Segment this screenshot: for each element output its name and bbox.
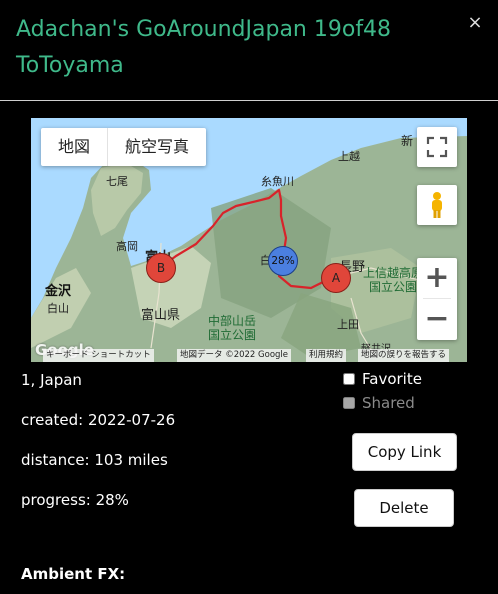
shared-label: Shared bbox=[362, 394, 415, 412]
route-end-marker[interactable]: B bbox=[146, 253, 176, 283]
zoom-in-button[interactable]: + bbox=[417, 258, 457, 298]
shared-checkbox bbox=[343, 397, 355, 409]
zoom-control: + − bbox=[417, 258, 457, 340]
map-type-control: 地図 航空写真 bbox=[41, 128, 207, 166]
label-itoigawa: 糸魚川 bbox=[261, 175, 294, 188]
label-ueda: 上田 bbox=[337, 318, 359, 331]
favorite-checkbox[interactable] bbox=[343, 373, 355, 385]
map-type-roadmap[interactable]: 地図 bbox=[41, 128, 107, 166]
route-map[interactable]: 新 上越 糸魚川 七尾 高岡 富山 金沢 白山 富山県 中部山岳 国立公園 白 … bbox=[31, 118, 467, 362]
modal-title: Adachan's GoAroundJapan 19of48 ToToyama bbox=[16, 17, 392, 78]
label-takaoka: 高岡 bbox=[116, 240, 138, 253]
shared-option: Shared bbox=[343, 393, 463, 413]
fullscreen-button[interactable] bbox=[417, 127, 457, 167]
label-joshinetsu-park2: 国立公園 bbox=[369, 280, 418, 294]
trip-modal: Adachan's GoAroundJapan 19of48 ToToyama … bbox=[0, 0, 498, 594]
trip-created: created: 2022-07-26 bbox=[21, 411, 176, 429]
copy-link-button[interactable]: Copy Link bbox=[352, 433, 457, 471]
label-hakusan: 白山 bbox=[47, 302, 69, 315]
street-view-button[interactable] bbox=[417, 185, 457, 225]
trip-location: 1, Japan bbox=[21, 371, 82, 389]
trip-progress: progress: 28% bbox=[21, 491, 129, 509]
label-shinetsu: 新 bbox=[401, 134, 414, 148]
label-park-line2: 国立公園 bbox=[208, 328, 257, 342]
progress-marker[interactable]: 28% bbox=[268, 246, 298, 276]
map-attribution: キーボード ショートカット 地図データ ©2022 Google 利用規約 地図… bbox=[31, 349, 467, 362]
favorite-label: Favorite bbox=[362, 370, 422, 388]
map-data-text: 地図データ ©2022 Google bbox=[177, 349, 292, 362]
delete-button[interactable]: Delete bbox=[354, 489, 454, 527]
report-error-link[interactable]: 地図の誤りを報告する bbox=[358, 349, 450, 362]
favorite-option[interactable]: Favorite bbox=[343, 369, 463, 389]
label-joetsu: 上越 bbox=[338, 150, 360, 163]
label-nanao: 七尾 bbox=[106, 175, 128, 188]
label-kanazawa: 金沢 bbox=[45, 284, 72, 299]
label-toyama-pref: 富山県 bbox=[141, 308, 181, 323]
keyboard-shortcuts-link[interactable]: キーボード ショートカット bbox=[43, 349, 154, 362]
route-start-marker[interactable]: A bbox=[321, 263, 351, 293]
fullscreen-icon bbox=[426, 136, 448, 158]
ambient-fx-label: Ambient FX: bbox=[21, 565, 126, 583]
header-divider bbox=[0, 100, 498, 101]
trip-distance: distance: 103 miles bbox=[21, 451, 168, 469]
pegman-icon bbox=[432, 192, 442, 218]
zoom-out-button[interactable]: − bbox=[417, 299, 457, 339]
close-icon[interactable]: × bbox=[466, 14, 484, 32]
terms-link[interactable]: 利用規約 bbox=[306, 349, 347, 362]
map-type-satellite[interactable]: 航空写真 bbox=[108, 128, 206, 166]
